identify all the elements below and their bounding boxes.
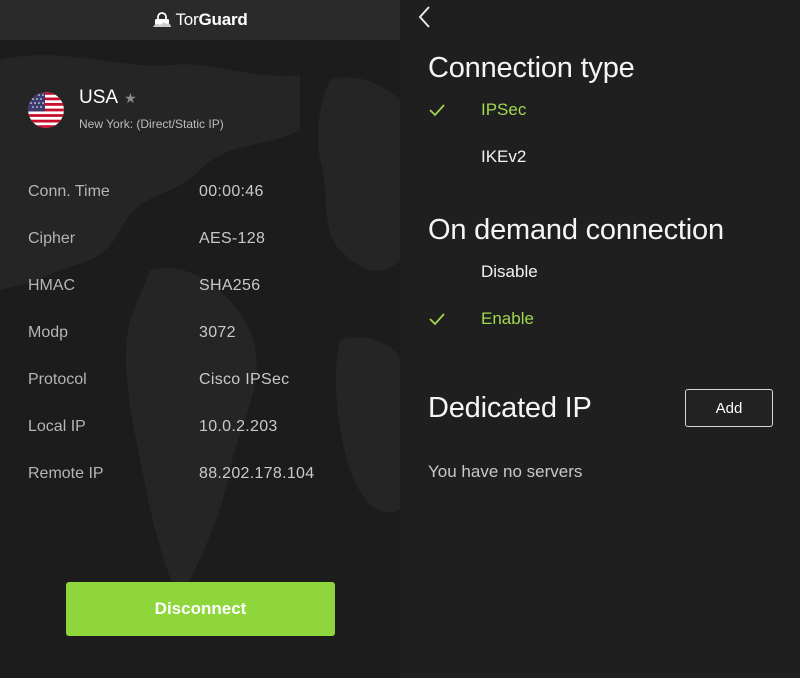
app-header: TorGuard <box>0 0 400 40</box>
server-country: USA ★ <box>79 87 224 108</box>
stat-row-local-ip: Local IP 10.0.2.203 <box>28 403 368 450</box>
connection-panel: TorGuard USA ★ New York: (Direct/Static … <box>0 0 400 678</box>
brand-name: TorGuard <box>175 10 247 30</box>
option-label: IPSec <box>481 100 527 119</box>
stat-value: SHA256 <box>199 276 261 294</box>
option-enable[interactable]: Enable <box>428 307 534 331</box>
stat-label: Conn. Time <box>28 182 110 200</box>
checkmark-icon <box>428 307 481 331</box>
stat-row-protocol: Protocol Cisco IPSec <box>28 356 368 403</box>
stat-label: Modp <box>28 323 69 341</box>
option-label: IKEv2 <box>481 147 527 166</box>
stat-value: 00:00:46 <box>199 182 264 200</box>
stat-value: Cisco IPSec <box>199 370 290 388</box>
stat-row-cipher: Cipher AES-128 <box>28 215 368 262</box>
brand-suffix: Guard <box>198 10 248 29</box>
settings-panel: Connection type IPSec IKEv2 On demand co… <box>400 0 800 678</box>
dedicated-ip-title: Dedicated IP <box>428 392 592 424</box>
server-location: New York: (Direct/Static IP) <box>79 117 224 131</box>
server-info: USA ★ New York: (Direct/Static IP) <box>79 87 224 131</box>
empty-servers-text: You have no servers <box>428 462 583 481</box>
stat-value: 10.0.2.203 <box>199 417 278 435</box>
usa-flag-icon <box>28 91 64 128</box>
stat-label: Cipher <box>28 229 76 247</box>
stat-label: Local IP <box>28 417 86 435</box>
disconnect-button[interactable]: Disconnect <box>66 582 335 636</box>
option-disable[interactable]: Disable <box>428 260 538 284</box>
selected-server[interactable]: USA ★ New York: (Direct/Static IP) <box>28 87 224 131</box>
connection-stats: Conn. Time 00:00:46 Cipher AES-128 HMAC … <box>28 168 368 497</box>
on-demand-title: On demand connection <box>428 214 724 246</box>
torguard-logo: TorGuard <box>152 10 248 30</box>
stat-label: Protocol <box>28 370 87 388</box>
stat-row-conn-time: Conn. Time 00:00:46 <box>28 168 368 215</box>
option-ipsec[interactable]: IPSec <box>428 98 526 122</box>
connection-type-title: Connection type <box>428 52 635 84</box>
option-label: Disable <box>481 262 538 281</box>
star-icon[interactable]: ★ <box>124 90 137 107</box>
lock-icon <box>153 12 172 27</box>
stat-value: 3072 <box>199 323 236 341</box>
stat-label: HMAC <box>28 276 76 294</box>
stat-value: 88.202.178.104 <box>199 464 315 482</box>
brand-prefix: Tor <box>175 10 199 29</box>
stat-row-modp: Modp 3072 <box>28 309 368 356</box>
stat-label: Remote IP <box>28 464 104 482</box>
option-label: Enable <box>481 309 534 328</box>
add-button[interactable]: Add <box>685 389 773 427</box>
option-ikev2[interactable]: IKEv2 <box>428 145 526 169</box>
checkmark-icon <box>428 98 481 122</box>
stat-row-remote-ip: Remote IP 88.202.178.104 <box>28 450 368 497</box>
stat-value: AES-128 <box>199 229 266 247</box>
server-country-label: USA <box>79 87 119 108</box>
back-chevron-icon[interactable] <box>416 5 434 29</box>
stat-row-hmac: HMAC SHA256 <box>28 262 368 309</box>
